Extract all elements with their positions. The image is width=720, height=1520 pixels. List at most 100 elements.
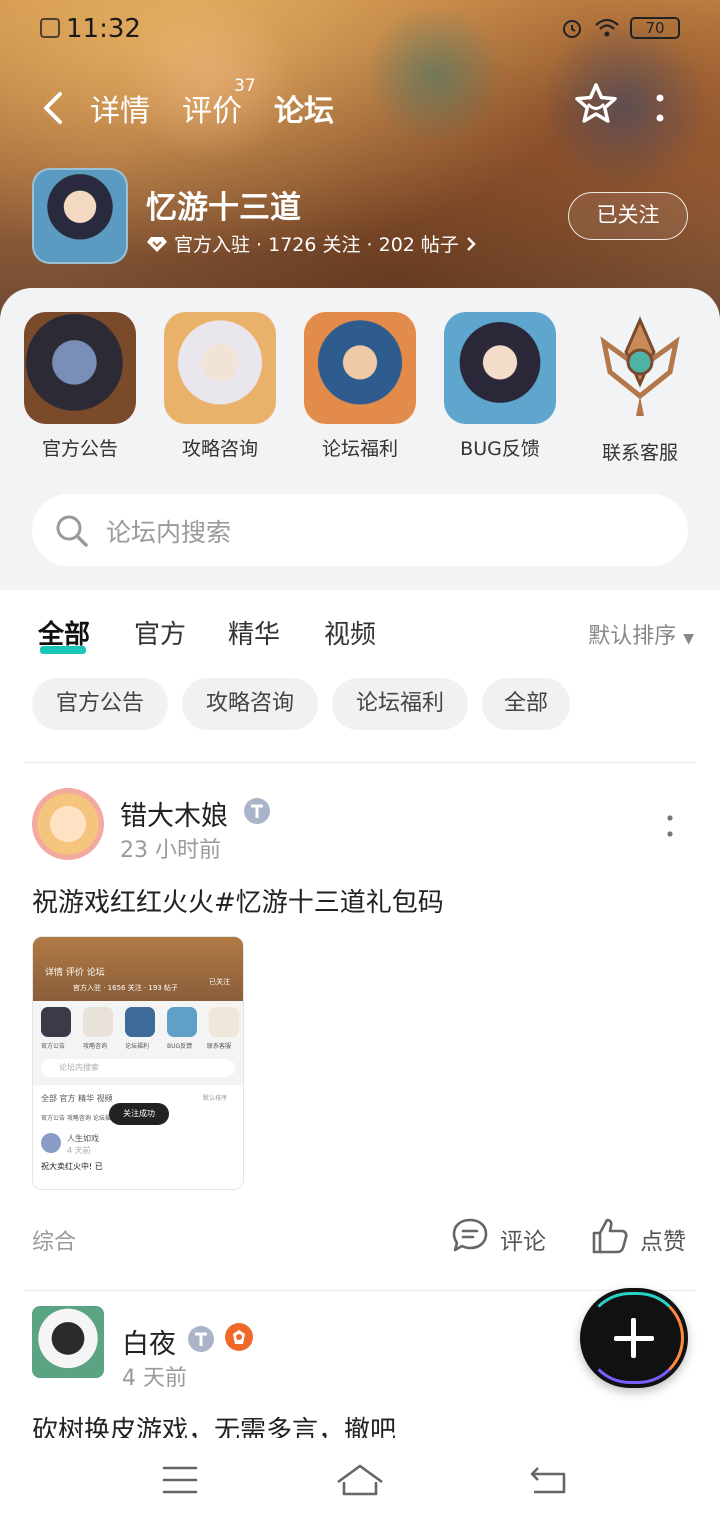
thumb-follow: 已关注 bbox=[209, 978, 230, 986]
game-title: 忆游十三道 bbox=[146, 190, 301, 226]
filter-tab-video[interactable]: 视频 bbox=[324, 614, 376, 651]
category-customer-service[interactable]: 联系客服 bbox=[580, 312, 700, 464]
divider bbox=[24, 1290, 696, 1291]
plus-icon bbox=[631, 1318, 636, 1358]
official-announcement-icon bbox=[24, 312, 136, 424]
post-image[interactable]: 详情 评价 论坛 官方入驻 · 1656 关注 · 193 帖子 已关注 官方公… bbox=[32, 936, 244, 1190]
thumb-toast: 关注成功 bbox=[109, 1103, 169, 1125]
forum-welfare-icon bbox=[304, 312, 416, 424]
avatar[interactable] bbox=[32, 788, 104, 860]
filter-tab-official[interactable]: 官方 bbox=[134, 614, 186, 651]
category-bug-feedback[interactable]: BUG反馈 bbox=[440, 312, 560, 462]
thumb-cat-label: BUG反馈 bbox=[167, 1043, 193, 1050]
category-label: 联系客服 bbox=[601, 442, 678, 464]
game-info: 忆游十三道 官方入驻 · 1726 关注 · 202 帖子 已关注 bbox=[32, 168, 692, 268]
thumb-cat-label: 联系客服 bbox=[207, 1043, 232, 1050]
filter-tabs: 全部 官方 精华 视频 默认排序 ▼ bbox=[0, 610, 720, 660]
sort-label: 默认排序 bbox=[588, 624, 677, 649]
thumb-avatar bbox=[41, 1133, 61, 1153]
status-bar: 11:32 70 bbox=[0, 0, 720, 56]
filter-tab-all[interactable]: 全部 bbox=[38, 614, 90, 651]
thumb-time: 4 天前 bbox=[67, 1146, 91, 1155]
followed-button[interactable]: 已关注 bbox=[568, 192, 688, 240]
wifi-icon bbox=[595, 18, 619, 37]
forum-top-card: 官方公告 攻略咨询 论坛福利 BUG反馈 联系客服 论坛内搜索 bbox=[0, 288, 720, 590]
thumb-search: 论坛内搜索 bbox=[41, 1059, 235, 1077]
category-list: 官方公告 攻略咨询 论坛福利 BUG反馈 联系客服 bbox=[0, 312, 720, 464]
thumb-cat-label: 官方公告 bbox=[41, 1043, 66, 1050]
post-time: 4 天前 bbox=[122, 1366, 187, 1391]
chip-forum-welfare[interactable]: 论坛福利 bbox=[332, 678, 468, 730]
thumb-header: 详情 评价 论坛 官方入驻 · 1656 关注 · 193 帖子 已关注 bbox=[33, 937, 243, 1001]
post-author[interactable]: 白夜 bbox=[122, 1322, 176, 1361]
post-more-icon[interactable] bbox=[664, 812, 676, 840]
post-tag[interactable]: 综合 bbox=[32, 1224, 76, 1256]
chip-all[interactable]: 全部 bbox=[482, 678, 570, 730]
avatar[interactable] bbox=[32, 1306, 104, 1378]
comment-button[interactable]: 评论 bbox=[500, 1222, 546, 1256]
chip-official-announcement[interactable]: 官方公告 bbox=[32, 678, 168, 730]
thumb-cat-label: 攻略咨询 bbox=[83, 1043, 108, 1050]
tab-reviews[interactable]: 评价 bbox=[182, 86, 242, 130]
category-label: 攻略咨询 bbox=[181, 438, 258, 460]
top-nav: 详情 评价 37 论坛 bbox=[0, 76, 720, 136]
category-label: 论坛福利 bbox=[321, 438, 398, 460]
like-button[interactable]: 点赞 bbox=[640, 1222, 686, 1256]
review-count-badge: 37 bbox=[234, 76, 256, 96]
game-stats[interactable]: 官方入驻 · 1726 关注 · 202 帖子 bbox=[146, 230, 477, 257]
post-time: 23 小时前 bbox=[120, 838, 221, 863]
create-post-button[interactable] bbox=[580, 1288, 688, 1388]
level-badge-icon bbox=[225, 1323, 253, 1351]
status-right: 70 bbox=[560, 16, 680, 40]
category-label: BUG反馈 bbox=[460, 438, 540, 460]
tab-details[interactable]: 详情 bbox=[90, 86, 150, 130]
filter-tab-featured[interactable]: 精华 bbox=[228, 614, 280, 651]
thumb-body: 官方公告 攻略咨询 论坛福利 BUG反馈 联系客服 论坛内搜索 全部 官方 精华… bbox=[33, 1001, 243, 1189]
forum-search-box[interactable]: 论坛内搜索 bbox=[32, 494, 688, 566]
thumb-cat-icon bbox=[83, 1007, 113, 1037]
strategy-icon bbox=[164, 312, 276, 424]
divider bbox=[24, 762, 696, 763]
customer-service-icon bbox=[600, 316, 680, 416]
category-strategy[interactable]: 攻略咨询 bbox=[160, 312, 280, 462]
thumb-cat-label: 论坛福利 bbox=[125, 1043, 150, 1050]
search-icon bbox=[56, 515, 88, 547]
thumb-cat-icon bbox=[167, 1007, 197, 1037]
thumbs-up-icon[interactable] bbox=[590, 1216, 630, 1256]
game-avatar[interactable] bbox=[32, 168, 128, 264]
comment-icon[interactable] bbox=[450, 1216, 490, 1256]
post-author[interactable]: 错大木娘 bbox=[120, 794, 228, 833]
battery-indicator: 70 bbox=[630, 17, 680, 39]
user-badge-icon bbox=[244, 798, 270, 824]
home-icon[interactable] bbox=[332, 1458, 388, 1502]
category-official-announcement[interactable]: 官方公告 bbox=[20, 312, 140, 462]
favorite-star-icon[interactable] bbox=[572, 80, 620, 128]
caret-down-icon: ▼ bbox=[683, 631, 694, 647]
chip-strategy[interactable]: 攻略咨询 bbox=[182, 678, 318, 730]
thumb-meta: 官方入驻 · 1656 关注 · 193 帖子 bbox=[73, 984, 178, 992]
system-nav-bar bbox=[0, 1438, 720, 1520]
status-icons bbox=[40, 18, 60, 38]
menu-icon[interactable] bbox=[152, 1458, 208, 1502]
thumb-cat-icon bbox=[41, 1007, 71, 1037]
diamond-icon bbox=[147, 236, 167, 252]
thumb-ftabs: 全部 官方 精华 视频 bbox=[41, 1094, 113, 1103]
category-forum-welfare[interactable]: 论坛福利 bbox=[300, 312, 420, 462]
post-text[interactable]: 祝游戏红红火火#忆游十三道礼包码 bbox=[32, 882, 444, 919]
user-badge-icon bbox=[188, 1326, 214, 1352]
thumb-tabs: 详情 评价 论坛 bbox=[45, 968, 105, 978]
thumb-author: 人生如戏 bbox=[67, 1134, 99, 1143]
category-label: 官方公告 bbox=[41, 438, 118, 460]
thumb-feed: 全部 官方 精华 视频 默认排序 官方公告 攻略咨询 论坛福利 BUG反馈 全部… bbox=[33, 1085, 243, 1189]
tab-forum[interactable]: 论坛 bbox=[274, 86, 334, 130]
back-icon[interactable] bbox=[520, 1458, 576, 1502]
more-options-icon[interactable] bbox=[650, 88, 670, 128]
alarm-icon bbox=[563, 20, 581, 38]
forum-header: 11:32 70 详情 评价 37 论坛 忆游十三道 官方入驻 · 1726 关… bbox=[0, 0, 720, 320]
thumb-cat-icon bbox=[125, 1007, 155, 1037]
thumb-sort: 默认排序 bbox=[203, 1095, 228, 1102]
back-arrow-icon[interactable] bbox=[38, 88, 68, 128]
sort-dropdown[interactable]: 默认排序 ▼ bbox=[588, 618, 694, 650]
thumb-cat-icon bbox=[209, 1007, 239, 1037]
thumb-text: 祝大卖红火中! 已 bbox=[41, 1162, 103, 1171]
